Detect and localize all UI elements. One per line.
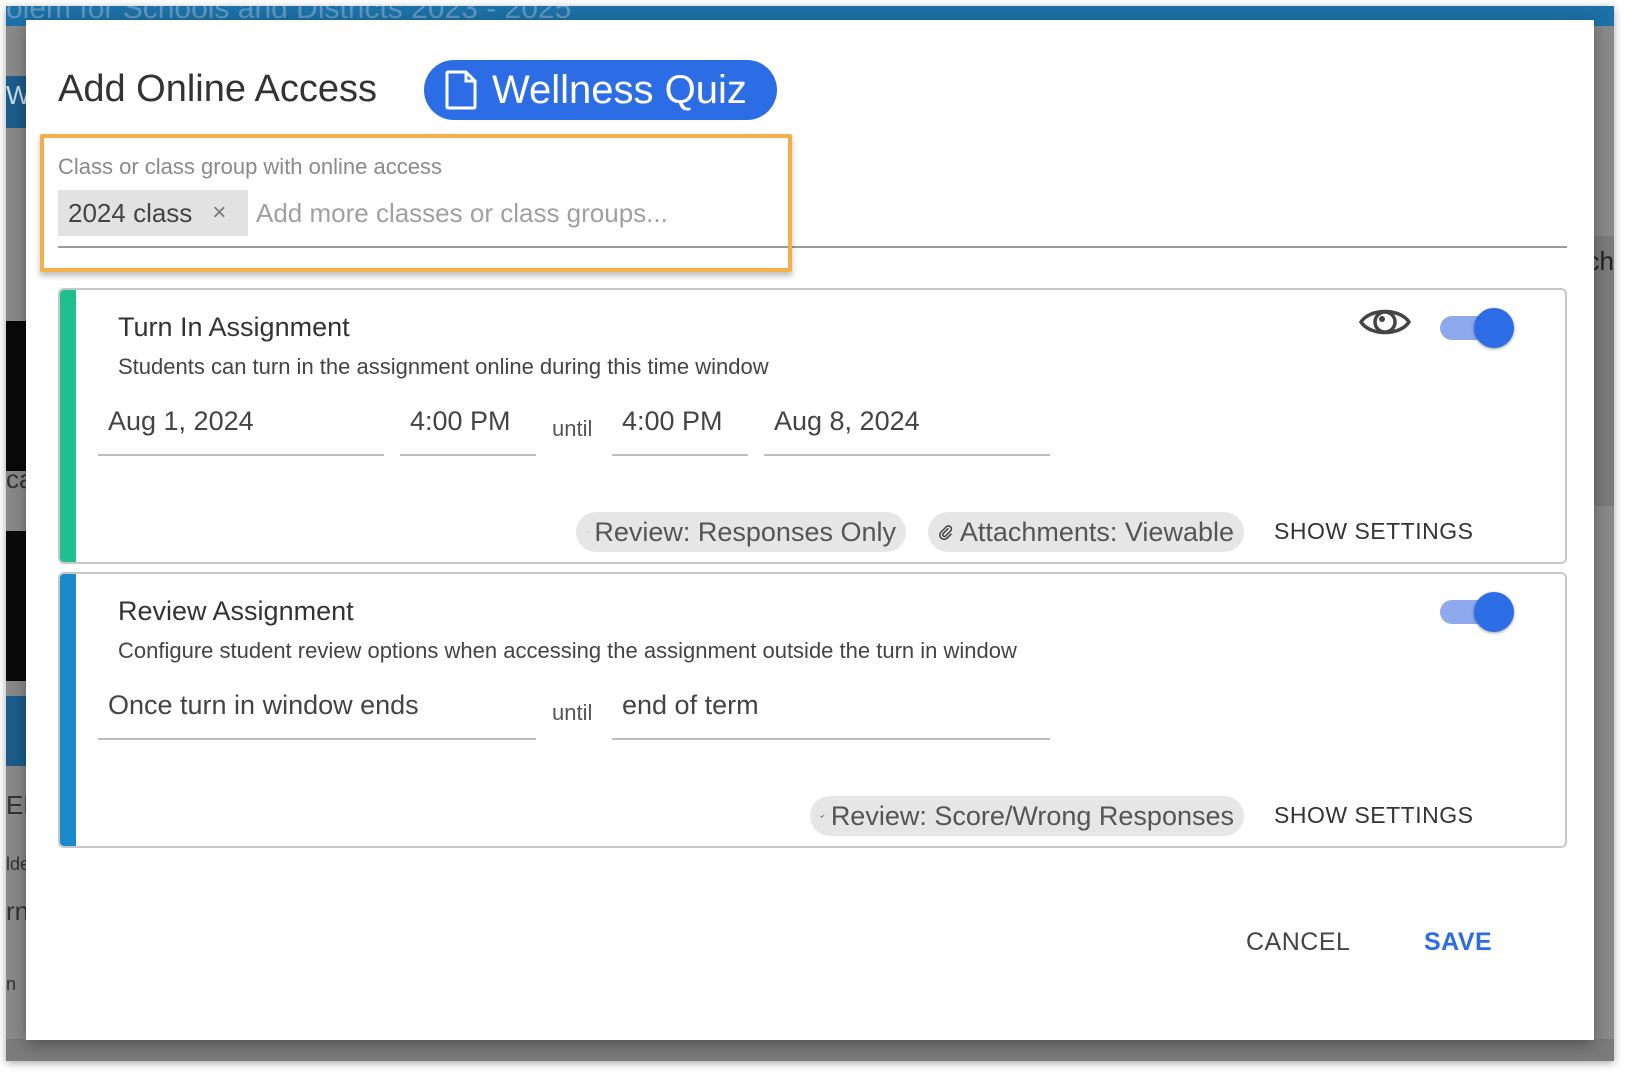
pill-label: Review: Score/Wrong Responses (830, 800, 1234, 831)
turn-in-show-settings-button[interactable]: SHOW SETTINGS (1274, 518, 1473, 545)
background-nav-tab (6, 696, 28, 766)
turn-in-start-time[interactable]: 4:00 PM (400, 400, 536, 456)
save-button[interactable]: SAVE (1424, 928, 1492, 957)
turn-in-toggle[interactable] (1440, 308, 1514, 348)
review-show-settings-button[interactable]: SHOW SETTINGS (1274, 802, 1473, 829)
pill-label: Review: Responses Only (594, 516, 896, 547)
review-description: Configure student review options when ac… (118, 638, 1017, 663)
class-chip[interactable]: 2024 class × (58, 190, 248, 236)
screen: olem for Schools and Districts 2023 - 20… (0, 0, 1638, 1086)
toggle-knob (1474, 308, 1514, 348)
section-accent (60, 290, 76, 562)
assignment-name: Wellness Quiz (492, 67, 747, 112)
eye-icon[interactable] (1358, 302, 1412, 342)
review-end-field[interactable]: end of term (612, 684, 1050, 740)
turn-in-end-time[interactable]: 4:00 PM (612, 400, 748, 456)
cancel-button[interactable]: CANCEL (1246, 928, 1350, 957)
assignment-chip: Wellness Quiz (424, 60, 777, 120)
close-icon[interactable]: × (212, 199, 226, 227)
turn-in-title: Turn In Assignment (118, 312, 350, 342)
review-toggle[interactable] (1440, 592, 1514, 632)
review-start-field[interactable]: Once turn in window ends (98, 684, 536, 740)
document-icon (445, 70, 477, 110)
review-setting-pill[interactable]: Review: Responses Only (576, 512, 906, 552)
paperclip-icon (939, 525, 953, 541)
class-search-input[interactable] (256, 190, 736, 236)
review-setting-pill[interactable]: Review: Score/Wrong Responses (810, 796, 1244, 836)
background-panel (6, 321, 28, 471)
background-panel (6, 531, 28, 681)
toggle-knob (1474, 592, 1514, 632)
background-footer (6, 1039, 1614, 1061)
dialog-title: Add Online Access (58, 68, 377, 110)
review-title: Review Assignment (118, 596, 354, 626)
class-field-label: Class or class group with online access (58, 154, 442, 179)
background-text: n (6, 974, 17, 994)
class-chip-label: 2024 class (68, 197, 193, 228)
until-label: until (552, 416, 593, 441)
until-label: until (552, 700, 593, 725)
check-icon (820, 814, 825, 818)
turn-in-description: Students can turn in the assignment onli… (118, 354, 769, 379)
section-accent (60, 574, 76, 846)
review-section: Review Assignment Configure student revi… (58, 572, 1567, 848)
turn-in-end-date[interactable]: Aug 8, 2024 (764, 400, 1050, 456)
turn-in-section: Turn In Assignment Students can turn in … (58, 288, 1567, 564)
add-online-access-dialog: Add Online Access Wellness Quiz Class or… (26, 20, 1594, 1040)
pill-label: Attachments: Viewable (959, 516, 1234, 547)
class-field-underline (58, 246, 1567, 248)
check-icon (586, 531, 589, 533)
attachments-setting-pill[interactable]: Attachments: Viewable (928, 512, 1244, 552)
turn-in-start-date[interactable]: Aug 1, 2024 (98, 400, 384, 456)
